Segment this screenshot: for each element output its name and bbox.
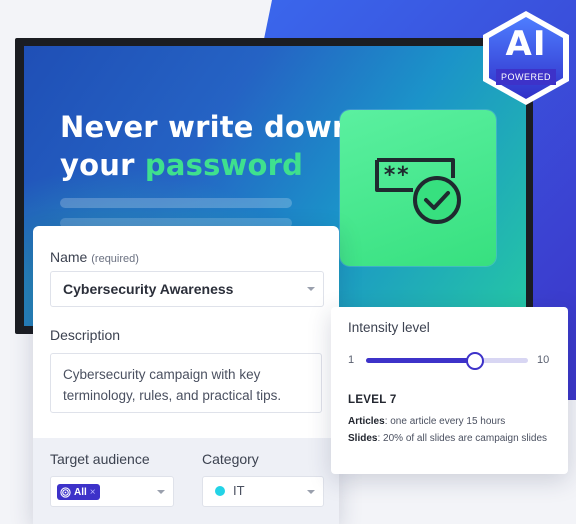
articles-info: Articles: one article every 15 hours — [348, 416, 506, 427]
ai-badge-subtext: POWERED — [496, 69, 556, 85]
slider-max-label: 10 — [537, 354, 550, 366]
name-value: Cybersecurity Awareness — [63, 281, 234, 297]
slider-min-label: 1 — [348, 354, 355, 366]
description-label: Description — [50, 327, 121, 343]
audience-chip[interactable]: All × — [57, 484, 100, 500]
description-textarea[interactable]: Cybersecurity campaign with key terminol… — [50, 353, 322, 413]
name-label: Name (required) — [50, 249, 139, 265]
slider-fill — [366, 358, 474, 363]
chip-remove-icon[interactable]: × — [90, 487, 96, 498]
category-label: Category — [202, 451, 259, 467]
slider-thumb[interactable] — [466, 352, 484, 370]
svg-text:**: ** — [383, 163, 410, 188]
name-select[interactable]: Cybersecurity Awareness — [50, 271, 324, 307]
category-color-dot — [215, 486, 225, 496]
intensity-panel: Intensity level 1 10 LEVEL 7 Articles: o… — [331, 307, 568, 474]
target-audience-select[interactable]: All × — [50, 476, 174, 507]
chevron-down-icon — [307, 287, 315, 291]
password-card: ** — [340, 110, 496, 266]
intensity-title: Intensity level — [348, 320, 430, 335]
level-heading: LEVEL 7 — [348, 394, 397, 406]
chevron-down-icon — [307, 490, 315, 494]
display-headline: Never write down your password — [60, 110, 353, 182]
ai-powered-badge: AI POWERED — [476, 8, 576, 108]
target-icon — [60, 486, 71, 498]
target-audience-label: Target audience — [50, 451, 150, 467]
placeholder-bar — [60, 198, 292, 208]
campaign-form: Name (required) Cybersecurity Awareness … — [33, 226, 339, 524]
category-select[interactable]: IT — [202, 476, 324, 507]
slides-info: Slides: 20% of all slides are campaign s… — [348, 433, 547, 444]
intensity-slider[interactable] — [366, 352, 528, 370]
chevron-down-icon — [157, 490, 165, 494]
password-check-icon: ** — [375, 158, 461, 224]
ai-badge-text: AI — [505, 24, 547, 64]
category-value: IT — [233, 483, 245, 498]
